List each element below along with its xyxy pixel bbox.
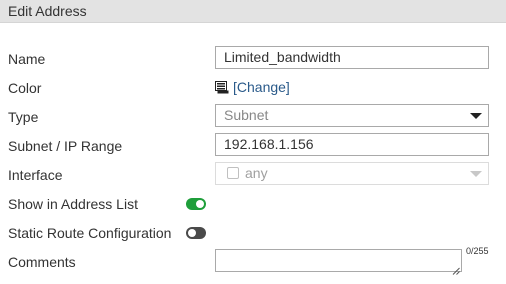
interface-label: Interface bbox=[8, 167, 63, 183]
subnet-input[interactable]: 192.168.1.156 bbox=[215, 133, 489, 156]
name-input[interactable]: Limited_bandwidth bbox=[215, 46, 489, 69]
color-swatch-icon bbox=[215, 80, 229, 94]
toggle-knob bbox=[188, 229, 196, 237]
dialog-title: Edit Address bbox=[0, 0, 506, 23]
static-route-toggle[interactable] bbox=[186, 227, 206, 239]
interface-select[interactable]: any bbox=[215, 162, 489, 185]
toggle-knob bbox=[196, 200, 204, 208]
color-change-link[interactable]: [Change] bbox=[233, 78, 290, 96]
comments-label: Comments bbox=[8, 254, 76, 270]
type-select[interactable]: Subnet bbox=[215, 104, 489, 127]
show-in-list-toggle[interactable] bbox=[186, 198, 206, 210]
static-route-label: Static Route Configuration bbox=[8, 225, 172, 241]
type-label: Type bbox=[8, 109, 39, 125]
name-input-value: Limited_bandwidth bbox=[224, 49, 341, 65]
interface-select-value: any bbox=[245, 165, 268, 181]
type-select-value: Subnet bbox=[224, 107, 269, 123]
name-label: Name bbox=[8, 51, 46, 67]
color-picker[interactable]: [Change] bbox=[215, 78, 290, 96]
subnet-label: Subnet / IP Range bbox=[8, 138, 123, 154]
chevron-down-icon bbox=[470, 113, 482, 119]
chevron-down-icon bbox=[470, 171, 482, 177]
subnet-input-value: 192.168.1.156 bbox=[224, 136, 314, 152]
show-in-list-label: Show in Address List bbox=[8, 196, 138, 212]
comments-char-counter: 0/255 bbox=[466, 246, 489, 256]
resize-grip-icon[interactable] bbox=[452, 262, 460, 275]
interface-checkbox bbox=[227, 167, 239, 179]
comments-textarea[interactable] bbox=[215, 249, 462, 275]
color-label: Color bbox=[8, 80, 42, 96]
